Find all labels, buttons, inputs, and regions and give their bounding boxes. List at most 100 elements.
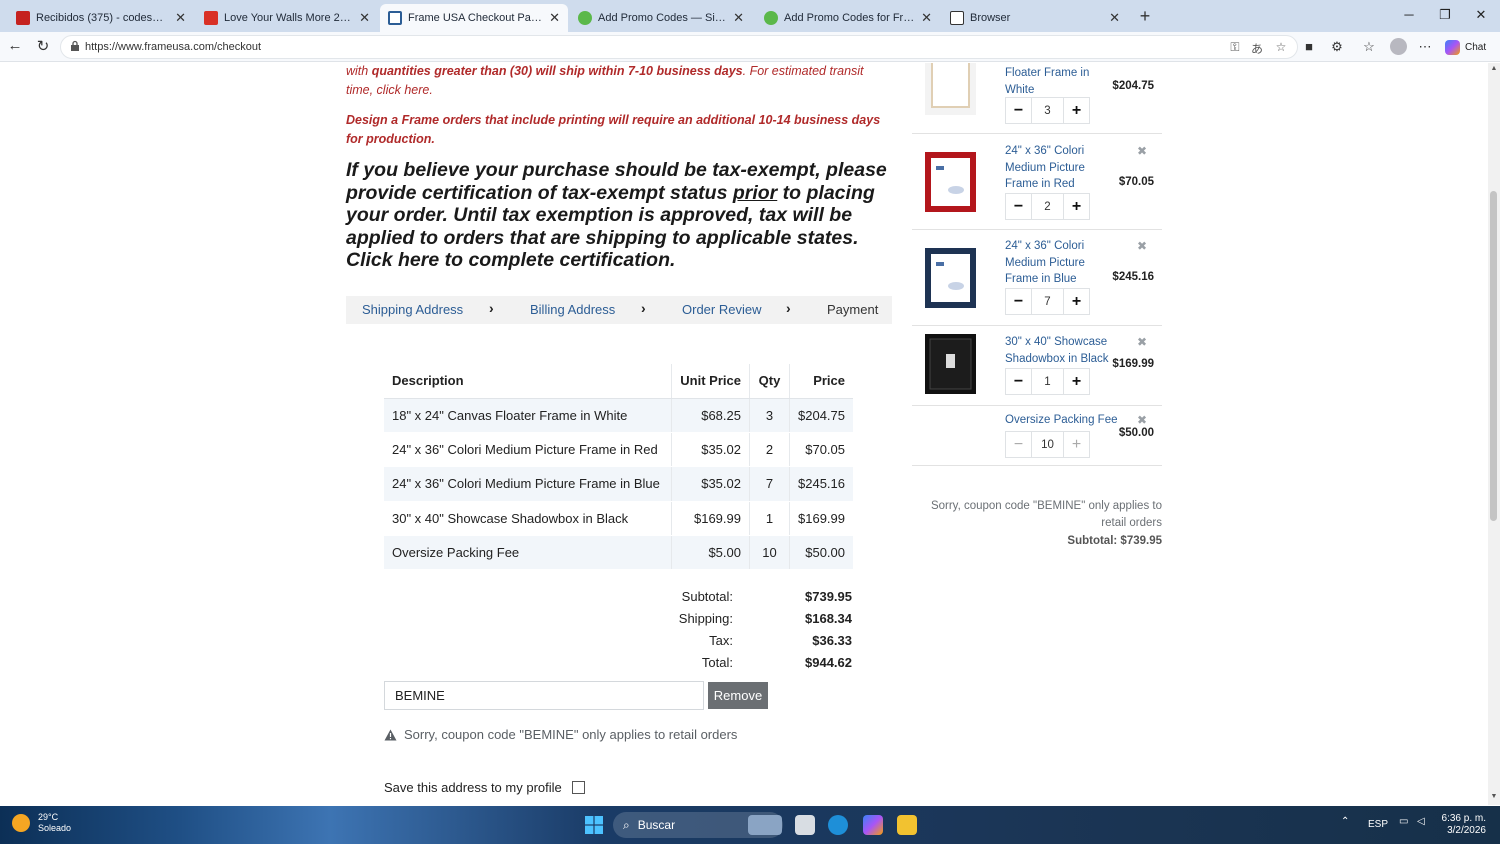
- remove-item-icon[interactable]: ✖: [1137, 413, 1147, 427]
- favorite-star-icon[interactable]: ☆: [1273, 40, 1289, 54]
- close-icon[interactable]: ✕: [921, 10, 932, 26]
- coupon-code-input[interactable]: [384, 681, 704, 710]
- step-payment: Payment: [827, 302, 879, 317]
- checkout-page: with quantities greater than (30) will s…: [0, 63, 1488, 805]
- minus-icon[interactable]: −: [1006, 289, 1031, 314]
- column-header: Qty: [749, 364, 791, 399]
- windows-start-icon[interactable]: [585, 816, 603, 834]
- url-field[interactable]: https://www.frameusa.com/checkout ⚿ あ ☆: [60, 35, 1298, 59]
- close-icon[interactable]: ✕: [549, 10, 560, 26]
- plus-icon[interactable]: +: [1064, 289, 1089, 314]
- translate-icon[interactable]: あ: [1249, 40, 1265, 57]
- tab-label: Add Promo Codes for Frame USA: [784, 12, 915, 24]
- input-language[interactable]: ESP: [1368, 819, 1388, 830]
- minus-icon: −: [1013, 435, 1024, 453]
- browser-tab-simplycodes-frameusa[interactable]: Add Promo Codes for Frame USA ✕: [756, 4, 940, 32]
- scroll-up-icon[interactable]: ▲: [1488, 65, 1500, 72]
- favorites-icon[interactable]: ☆: [1360, 39, 1378, 55]
- browser-tab-gmail[interactable]: Recibidos (375) - codesmdeoca22 ✕: [8, 4, 194, 32]
- copilot-app-icon[interactable]: [863, 815, 883, 835]
- browser-tab-simplycodes[interactable]: Add Promo Codes — SimplyCodes ✕: [570, 4, 752, 32]
- plus-icon[interactable]: +: [1064, 98, 1089, 123]
- system-clock[interactable]: 6:36 p. m. 3/2/2026: [1438, 813, 1486, 837]
- cart-item-name[interactable]: 30" x 40" Showcase Shadowbox in Black: [1005, 334, 1113, 367]
- step-order-review[interactable]: Order Review: [682, 302, 761, 317]
- tab-label: Browser: [970, 12, 1011, 24]
- plus-icon: +: [1071, 435, 1082, 453]
- quantity-value[interactable]: 3: [1031, 98, 1064, 123]
- scroll-thumb[interactable]: [1490, 191, 1497, 521]
- edge-icon[interactable]: [828, 815, 848, 835]
- cart-item-name[interactable]: 24" x 36" Colori Medium Picture Frame in…: [1005, 143, 1105, 193]
- close-icon[interactable]: ✕: [733, 10, 744, 26]
- browser-tab-browser[interactable]: Browser ✕: [942, 4, 1128, 32]
- cart-item-name[interactable]: Floater Frame in White: [1005, 65, 1105, 98]
- cart-item: 30" x 40" Showcase Shadowbox in Black $1…: [912, 327, 1162, 406]
- minus-icon[interactable]: −: [1006, 369, 1031, 394]
- quantity-value[interactable]: 7: [1031, 289, 1064, 314]
- back-arrow-icon[interactable]: ←: [5, 37, 25, 54]
- cell-qty: 7: [749, 466, 791, 502]
- file-explorer-icon[interactable]: [897, 815, 917, 835]
- close-icon[interactable]: ✕: [175, 10, 186, 26]
- quantity-value[interactable]: 1: [1031, 369, 1064, 394]
- cell-price: $70.05: [789, 432, 853, 468]
- cart-coupon-message: Sorry, coupon code "BEMINE" only applies…: [930, 500, 1162, 529]
- cart-item-name: Oversize Packing Fee: [1005, 414, 1118, 426]
- clock-date: 3/2/2026: [1447, 825, 1486, 836]
- cart-item: Floater Frame in White $204.75 − 3 +: [912, 63, 1162, 134]
- shadowbox-thumbnail: [925, 334, 976, 394]
- weather-widget[interactable]: 29°C Soleado: [12, 812, 71, 834]
- minimize-icon[interactable]: ─: [1399, 7, 1419, 22]
- browser-tab-checkout[interactable]: Frame USA Checkout Page ✕: [380, 4, 568, 32]
- close-icon[interactable]: ✕: [359, 10, 370, 26]
- step-shipping-address[interactable]: Shipping Address: [362, 302, 463, 317]
- window-close-icon[interactable]: ✕: [1471, 7, 1491, 23]
- plus-icon[interactable]: +: [1064, 194, 1089, 219]
- more-menu-icon[interactable]: ⋯: [1416, 39, 1434, 55]
- profile-avatar[interactable]: [1390, 38, 1407, 55]
- cell-description: Oversize Packing Fee: [384, 535, 673, 571]
- chevron-up-icon[interactable]: ⌃: [1341, 816, 1349, 827]
- scroll-down-icon[interactable]: ▼: [1488, 793, 1500, 800]
- new-tab-icon[interactable]: +: [1134, 6, 1156, 27]
- restore-icon[interactable]: ❐: [1435, 7, 1455, 23]
- remove-item-icon[interactable]: ✖: [1137, 144, 1147, 158]
- cart-item: Oversize Packing Fee $50.00 ✖ − 10 +: [912, 407, 1162, 466]
- tax-exempt-notice: If you believe your purchase should be t…: [346, 159, 887, 272]
- cart-item-price: $70.05: [1118, 176, 1154, 188]
- quantity-value: 10: [1031, 432, 1064, 457]
- cell-qty: 1: [749, 501, 791, 537]
- chevron-right-icon: ›: [786, 300, 791, 316]
- remove-item-icon[interactable]: ✖: [1137, 335, 1147, 349]
- url-text: https://www.frameusa.com/checkout: [85, 41, 262, 53]
- extension-icon[interactable]: ■: [1300, 39, 1318, 54]
- total-label: Shipping:: [678, 611, 733, 626]
- tax-row: Tax: $36.33: [600, 631, 852, 653]
- plus-icon[interactable]: +: [1064, 369, 1089, 394]
- quantity-value[interactable]: 2: [1031, 194, 1064, 219]
- task-view-icon[interactable]: [795, 815, 815, 835]
- browser-tab-promo[interactable]: Love Your Walls More 20% Off wit ✕: [196, 4, 378, 32]
- search-highlight-icon[interactable]: [748, 815, 782, 835]
- chat-button[interactable]: Chat: [1445, 38, 1486, 56]
- coupon-warning: Sorry, coupon code "BEMINE" only applies…: [384, 727, 737, 742]
- minus-icon[interactable]: −: [1006, 98, 1031, 123]
- tab-label: Recibidos (375) - codesmdeoca22: [36, 12, 169, 24]
- cart-item-name[interactable]: 24" x 36" Colori Medium Picture Frame in…: [1005, 238, 1105, 288]
- table-row: 24" x 36" Colori Medium Picture Frame in…: [384, 466, 853, 502]
- save-address-option[interactable]: Save this address to my profile: [384, 780, 585, 795]
- reload-icon[interactable]: ↻: [33, 37, 53, 55]
- remove-item-icon[interactable]: ✖: [1137, 239, 1147, 253]
- network-icon[interactable]: ▭: [1399, 816, 1408, 827]
- save-address-checkbox[interactable]: [571, 781, 585, 794]
- quantity-stepper: − 10 +: [1005, 431, 1090, 458]
- puzzle-icon[interactable]: ⚙: [1328, 39, 1346, 55]
- key-icon[interactable]: ⚿: [1227, 40, 1243, 55]
- volume-icon[interactable]: ◁: [1417, 816, 1425, 827]
- remove-coupon-button[interactable]: Remove: [708, 682, 768, 709]
- close-icon[interactable]: ✕: [1109, 10, 1120, 26]
- page-scrollbar[interactable]: ▲ ▼: [1488, 63, 1500, 805]
- step-billing-address[interactable]: Billing Address: [530, 302, 615, 317]
- minus-icon[interactable]: −: [1006, 194, 1031, 219]
